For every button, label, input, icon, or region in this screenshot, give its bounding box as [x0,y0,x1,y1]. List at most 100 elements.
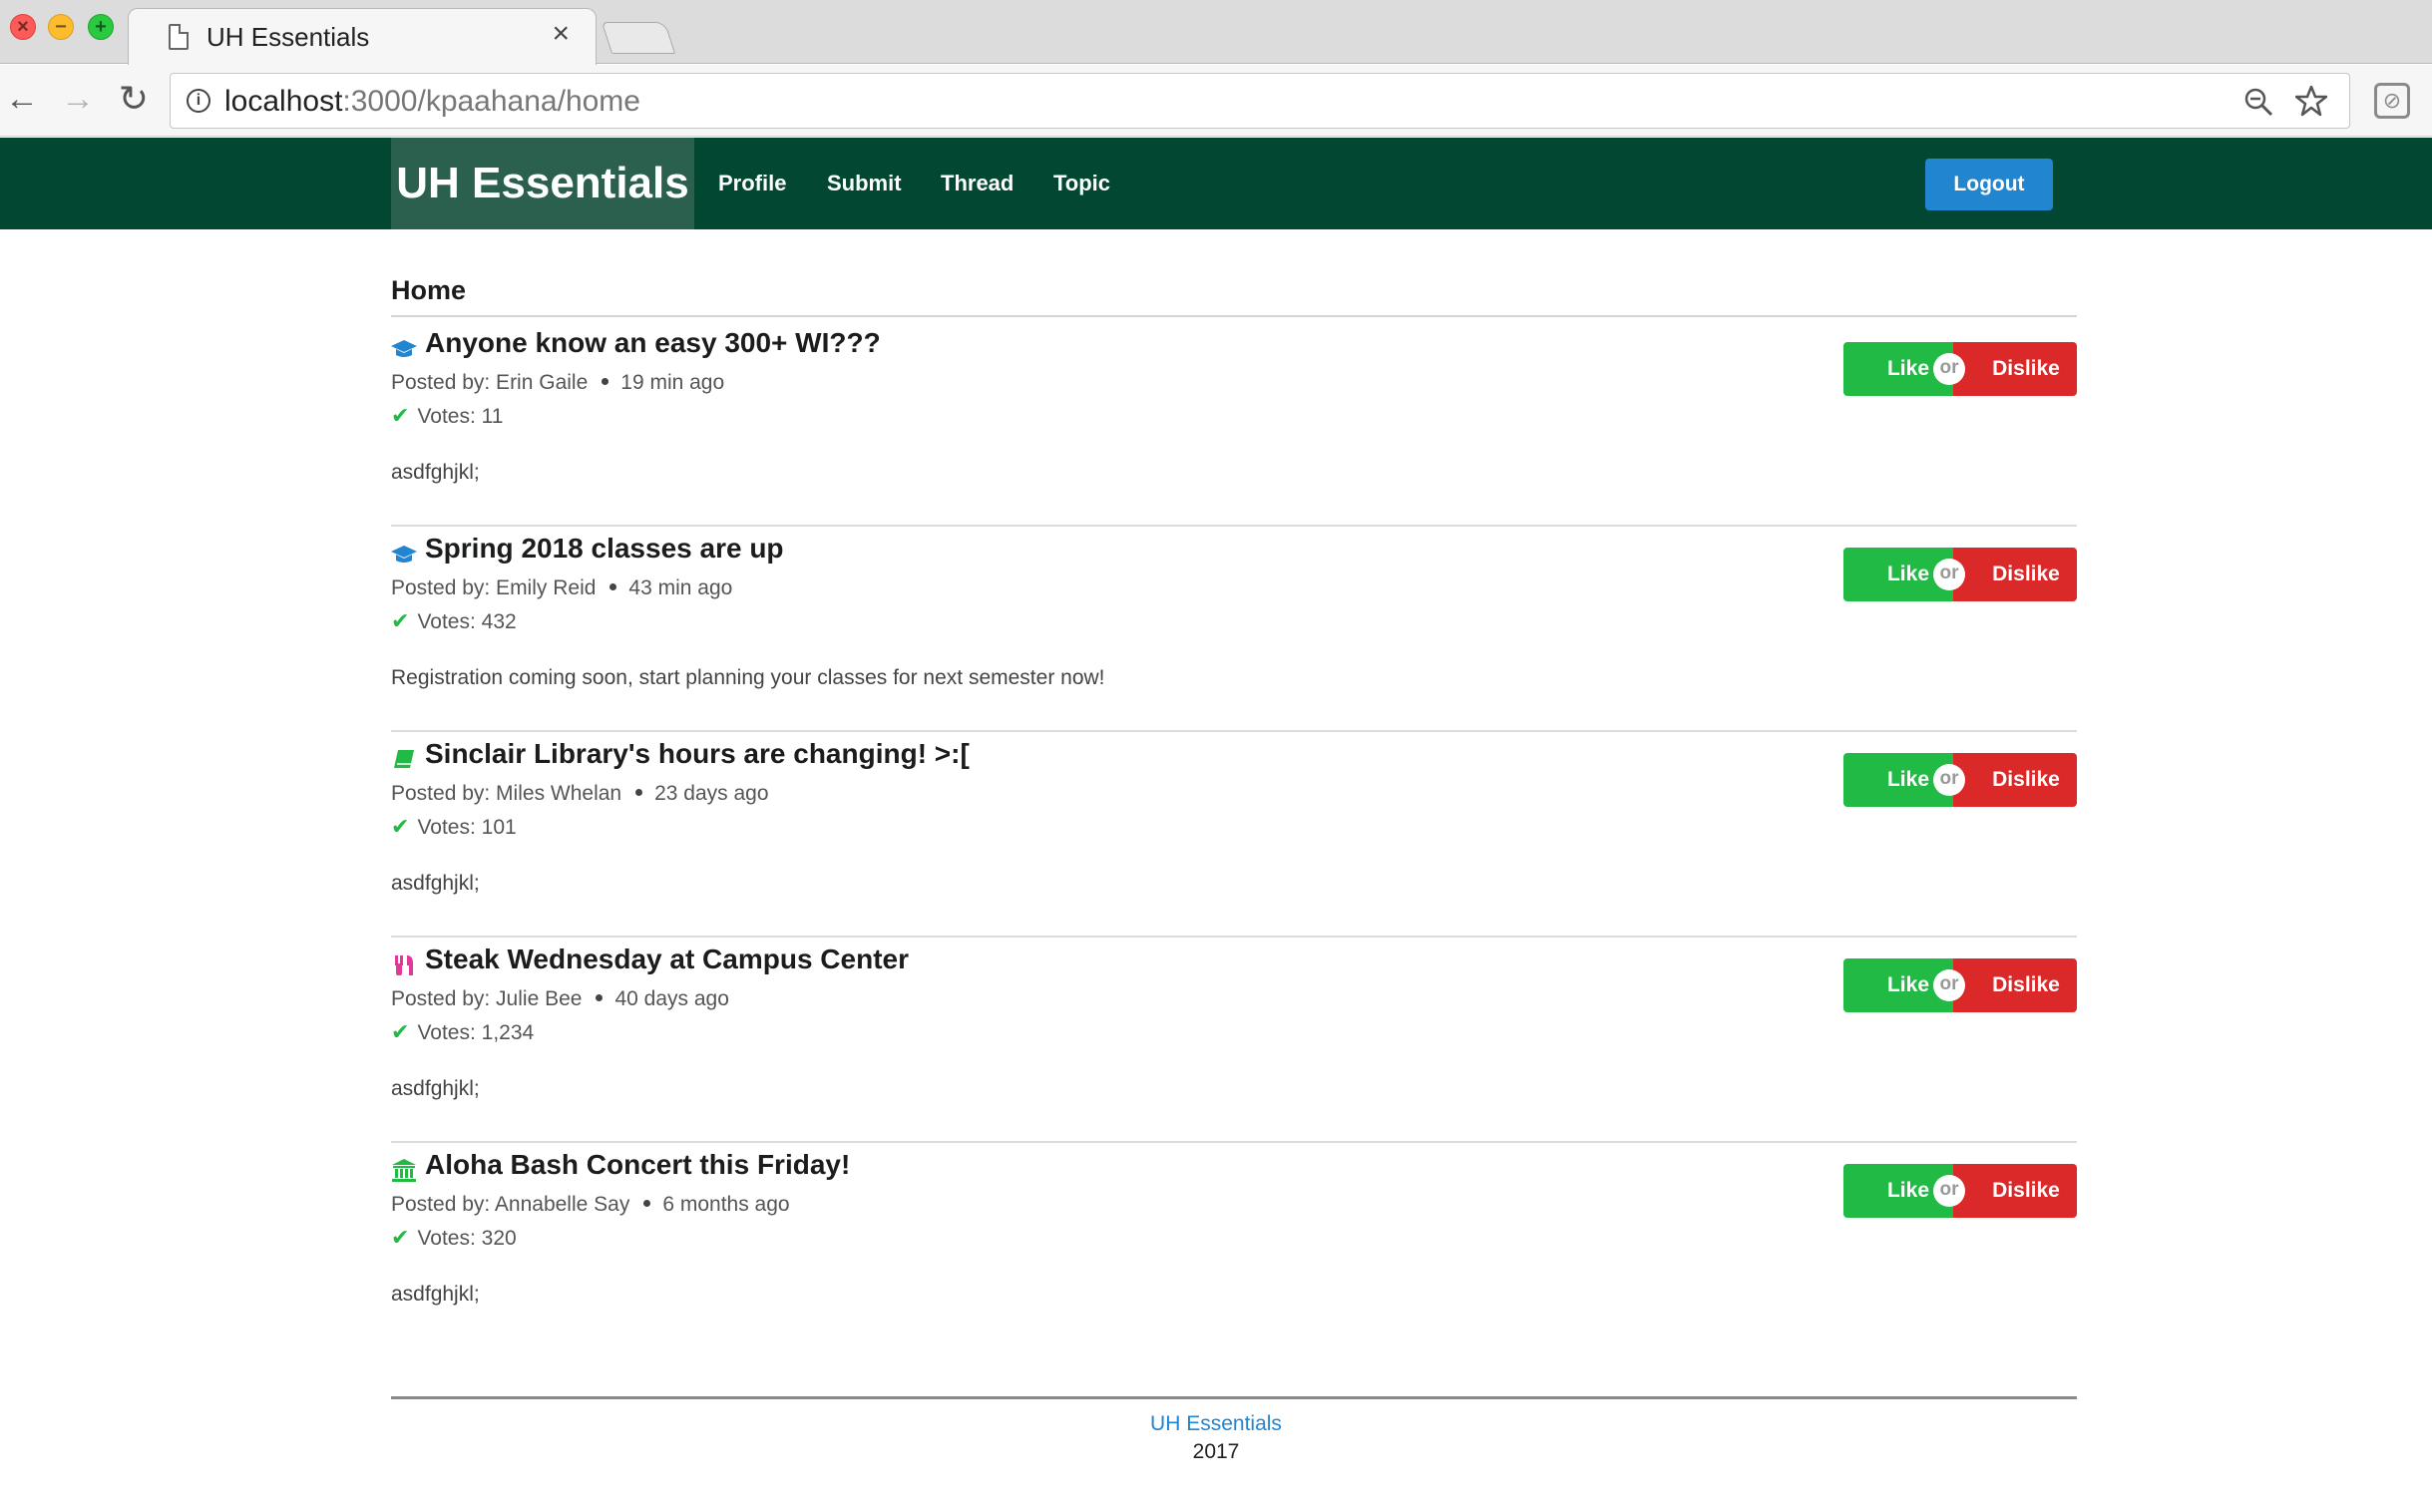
votes-count: Votes: 1,234 [417,1021,535,1044]
post-title[interactable]: Steak Wednesday at Campus Center [425,944,909,975]
window-maximize-button[interactable]: + [88,14,114,40]
post-author: Posted by: Miles Whelan [391,782,622,805]
vote-button-group: Like Dislike or [1843,753,2077,807]
graduation-cap-icon [391,546,417,563]
or-divider: or [1933,969,1965,1001]
browser-tab[interactable]: UH Essentials × [128,8,597,65]
post-body: Registration coming soon, start planning… [391,666,1105,689]
back-arrow-icon[interactable]: ← [2,79,42,119]
post-item: Aloha Bash Concert this Friday! Posted b… [391,1143,2077,1348]
browser-tabstrip: × − + UH Essentials × [0,0,2432,65]
post-author: Posted by: Julie Bee [391,987,583,1010]
building-icon [392,1159,416,1182]
nav-profile-link[interactable]: Profile [718,138,786,229]
url-text[interactable]: localhost:3000/kpaahana/home [224,85,640,119]
nav-submit-link[interactable]: Submit [827,138,902,229]
dislike-button[interactable]: Dislike [1953,1164,2077,1218]
logout-button[interactable]: Logout [1925,159,2053,210]
post-time: 23 days ago [654,782,769,805]
title-divider [391,315,2077,317]
post-title[interactable]: Sinclair Library's hours are changing! >… [425,738,970,770]
separator-dot [602,377,609,385]
zoom-out-icon[interactable] [2243,87,2273,117]
nav-thread-link[interactable]: Thread [941,138,1013,229]
post-item: Sinclair Library's hours are changing! >… [391,732,2077,938]
check-icon: ✔ [391,814,410,839]
or-divider: or [1933,1175,1965,1207]
forward-arrow-icon[interactable]: → [58,79,98,119]
vote-button-group: Like Dislike or [1843,342,2077,396]
dislike-button[interactable]: Dislike [1953,753,2077,807]
url-host: localhost [224,85,343,118]
page-title: Home [391,275,467,305]
separator-dot [609,582,617,590]
new-tab-button[interactable] [601,22,676,54]
site-navbar: UH Essentials Profile Submit Thread Topi… [0,138,2432,229]
votes-count: Votes: 101 [417,816,517,839]
document-icon [169,24,189,50]
post-item: Spring 2018 classes are up Posted by: Em… [391,527,2077,732]
footer-year: 2017 [1192,1440,1240,1463]
post-body: asdfghjkl; [391,1077,480,1100]
url-path: :3000/kpaahana/home [342,85,640,118]
info-icon[interactable]: i [187,89,210,113]
post-time: 40 days ago [614,987,729,1010]
separator-dot [643,1199,651,1207]
check-icon: ✔ [391,608,410,633]
votes-count: Votes: 432 [417,610,517,633]
post-author: Posted by: Emily Reid [391,576,597,599]
graduation-cap-icon [391,340,417,357]
post-time: 43 min ago [628,576,733,599]
vote-button-group: Like Dislike or [1843,1164,2077,1218]
reload-icon[interactable]: ↻ [114,79,154,119]
post-title[interactable]: Spring 2018 classes are up [425,533,784,565]
or-divider: or [1933,764,1965,796]
footer-divider [391,1396,2077,1399]
window-close-button[interactable]: × [10,14,36,40]
post-votes: ✔ Votes: 101 [391,814,517,840]
post-author: Posted by: Annabelle Say [391,1193,630,1216]
post-time: 19 min ago [620,371,725,394]
book-icon [394,750,414,768]
dislike-button[interactable]: Dislike [1953,958,2077,1012]
post-title[interactable]: Anyone know an easy 300+ WI??? [425,327,881,359]
bookmark-star-icon[interactable] [2295,85,2327,117]
post-votes: ✔ Votes: 432 [391,608,517,634]
separator-dot [596,993,604,1001]
utensils-icon [395,955,413,975]
post-meta: Posted by: Emily Reid 43 min ago [391,576,732,600]
or-divider: or [1933,353,1965,385]
check-icon: ✔ [391,403,410,428]
post-votes: ✔ Votes: 320 [391,1225,517,1251]
votes-count: Votes: 11 [417,405,504,428]
post-meta: Posted by: Annabelle Say 6 months ago [391,1193,790,1217]
vote-button-group: Like Dislike or [1843,548,2077,601]
check-icon: ✔ [391,1019,410,1044]
post-time: 6 months ago [662,1193,790,1216]
dislike-button[interactable]: Dislike [1953,548,2077,601]
post-body: asdfghjkl; [391,872,480,895]
vote-button-group: Like Dislike or [1843,958,2077,1012]
extension-icon[interactable]: ⊘ [2374,83,2410,119]
votes-count: Votes: 320 [417,1227,517,1250]
or-divider: or [1933,559,1965,590]
post-votes: ✔ Votes: 11 [391,403,503,429]
post-body: asdfghjkl; [391,1283,480,1306]
post-author: Posted by: Erin Gaile [391,371,589,394]
post-body: asdfghjkl; [391,461,480,484]
brand-logo-link[interactable]: UH Essentials [391,138,694,229]
nav-topic-link[interactable]: Topic [1053,138,1110,229]
tab-close-icon[interactable]: × [552,19,570,49]
post-meta: Posted by: Erin Gaile 19 min ago [391,371,724,395]
post-votes: ✔ Votes: 1,234 [391,1019,534,1045]
address-bar[interactable]: i localhost:3000/kpaahana/home [170,73,2350,129]
post-meta: Posted by: Miles Whelan 23 days ago [391,782,769,806]
window-minimize-button[interactable]: − [48,14,74,40]
check-icon: ✔ [391,1225,410,1250]
post-title[interactable]: Aloha Bash Concert this Friday! [425,1149,850,1181]
post-meta: Posted by: Julie Bee 40 days ago [391,987,729,1011]
tab-title: UH Essentials [206,22,370,52]
footer-link[interactable]: UH Essentials [0,1412,2432,1436]
post-item: Anyone know an easy 300+ WI??? Posted by… [391,321,2077,527]
dislike-button[interactable]: Dislike [1953,342,2077,396]
